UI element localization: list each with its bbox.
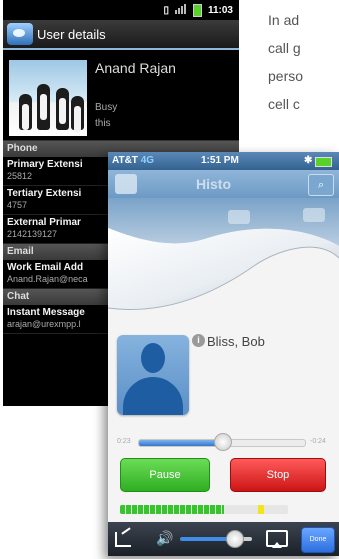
share-icon[interactable] (115, 532, 131, 547)
elapsed-time: 0:23 (117, 438, 131, 445)
article-line: call g (268, 40, 301, 56)
pause-button[interactable]: Pause (120, 458, 210, 492)
ios-navigation-bar: Histo ⌕ (108, 170, 339, 198)
carrier-label: AT&T 4G (112, 155, 155, 166)
android-status-bar: ▯ 11:03 (3, 0, 239, 20)
trash-icon[interactable] (115, 174, 137, 194)
done-button[interactable]: Done (301, 527, 335, 553)
nav-title: Histo (196, 176, 231, 192)
contact-name: Anand Rajan (95, 60, 176, 76)
signal-icon (174, 3, 187, 17)
status-message: this (95, 118, 111, 129)
airplay-icon[interactable] (266, 530, 288, 548)
ios-status-bar: AT&T 4G 1:51 PM ✱ (108, 152, 339, 170)
sim-icon: ▯ (163, 4, 169, 16)
ios-clock: 1:51 PM (201, 155, 239, 166)
article-line: perso (268, 68, 304, 84)
ios-toolbar: 🔊 Done (108, 522, 339, 556)
article-line: cell c (268, 96, 300, 112)
remaining-time: -0:24 (310, 438, 326, 445)
profile-header: Anand Rajan Busy this (3, 50, 239, 141)
battery-icon (192, 3, 202, 17)
volume-thumb[interactable] (226, 530, 244, 548)
android-title-bar: User details (3, 20, 239, 50)
speaker-icon: 🔊 (156, 530, 174, 546)
level-marker (257, 505, 264, 514)
search-icon[interactable]: ⌕ (308, 174, 334, 196)
bluetooth-icon: ✱ (304, 155, 313, 166)
iphone-call-screen: AT&T 4G 1:51 PM ✱ Histo ⌕ i Bliss, Bob 0… (108, 152, 339, 556)
android-clock: 11:03 (207, 4, 233, 16)
presence-status: Busy (95, 102, 118, 113)
profile-photo (9, 60, 87, 136)
article-line: In ad (268, 12, 300, 28)
playback-thumb[interactable] (214, 433, 232, 451)
back-button[interactable] (7, 23, 33, 45)
battery-icon (315, 157, 332, 167)
stop-button[interactable]: Stop (230, 458, 326, 492)
contact-avatar (117, 335, 189, 415)
info-icon[interactable]: i (192, 334, 205, 347)
page-title: User details (37, 26, 106, 42)
contact-name: Bliss, Bob (207, 334, 265, 349)
page-curl[interactable] (108, 198, 339, 318)
